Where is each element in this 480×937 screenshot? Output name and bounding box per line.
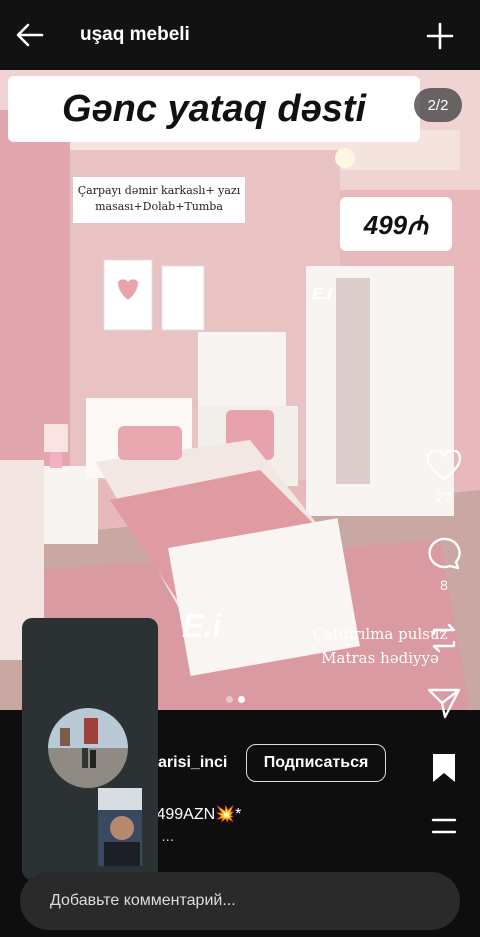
brand-mark-small: E.i [312,286,332,303]
comment-count: 8 [440,577,448,593]
menu-lines-icon[interactable] [429,816,459,838]
avatar [48,708,128,788]
author-username[interactable]: arisi_inci [158,754,227,772]
like-action[interactable]: 27 [420,448,468,505]
share-action[interactable] [420,686,468,725]
top-bar: uşaq mebeli [0,0,480,70]
post-media[interactable]: Gənc yataq dəsti 2/2 Çarpayı dəmir karka… [0,70,480,710]
caption-line-1: ti 499AZN💥* [144,806,242,823]
repost-icon[interactable] [426,620,462,656]
more-action[interactable] [420,816,468,843]
plus-icon[interactable] [424,20,456,52]
self-camera-preview [98,788,142,866]
carousel-dots [226,690,250,708]
carousel-dot[interactable] [226,696,233,703]
comment-input[interactable]: Добавьте комментарий... [20,872,460,930]
comment-bubble-icon[interactable] [426,536,462,570]
bookmark-icon[interactable] [429,752,459,784]
bedroom-photo [0,70,480,710]
post-headline: Gənc yataq dəsti [8,76,420,142]
page-title: uşaq mebeli [80,24,190,45]
subscribe-button[interactable]: Подписаться [246,744,386,782]
arrow-left-icon[interactable] [14,20,46,50]
comment-action[interactable]: 8 [420,536,468,593]
save-action[interactable] [420,752,468,789]
heart-icon[interactable] [426,448,462,482]
brand-mark-large: E.i [182,608,222,644]
furniture-set-note: Çarpayı dəmir karkaslı+ yazı masası+Dola… [73,177,245,223]
repost-action[interactable] [420,620,468,661]
price-tag: 499₼ [340,197,452,251]
carousel-dot-active[interactable] [238,696,245,703]
send-icon[interactable] [426,686,462,720]
like-count: 27 [436,489,452,505]
video-call-overlay[interactable] [22,618,158,880]
image-counter: 2/2 [414,88,462,122]
